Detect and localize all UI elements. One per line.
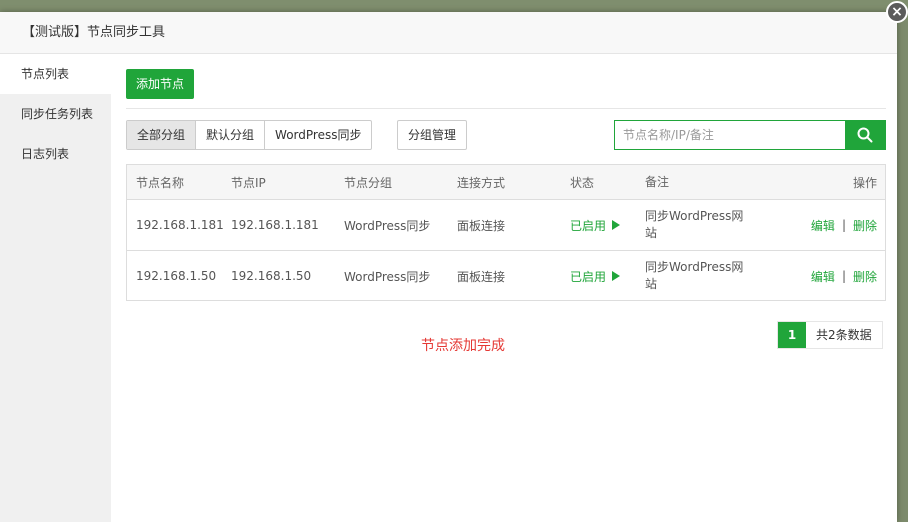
column-header-ip: 节点IP [231,175,266,190]
search-input[interactable] [615,121,845,149]
status-label: 已启用 [570,269,607,284]
edit-button[interactable]: 编辑 [811,217,835,234]
node-name: 192.168.1.50 [136,269,217,283]
pagination: 1 共2条数据 [777,321,883,349]
delete-button[interactable]: 删除 [853,217,877,234]
node-name: 192.168.1.181 [136,218,224,232]
row-actions: 编辑 | 删除 [811,251,877,301]
node-remark: 同步WordPress网站 [645,260,744,291]
action-separator: | [841,218,846,232]
add-node-button[interactable]: 添加节点 [126,69,195,99]
tab-wordpress-sync[interactable]: WordPress同步 [265,121,371,149]
sidebar-item-log-list[interactable]: 日志列表 [0,134,111,174]
node-remark: 同步WordPress网站 [645,209,744,240]
search-button[interactable] [845,121,885,149]
table-row: 192.168.1.50 192.168.1.50 WordPress同步 面板… [127,251,885,301]
divider [126,108,886,109]
tab-all-groups[interactable]: 全部分组 [127,121,197,149]
node-sync-dialog: 【测试版】节点同步工具 节点列表 同步任务列表 日志列表 添加节点 全部分组 默… [0,12,897,522]
main-content: 添加节点 全部分组 默认分组 WordPress同步 分组管理 节点名称 节点I… [111,54,897,522]
column-header-connection: 连接方式 [457,175,506,190]
close-button[interactable]: × [886,1,908,23]
dialog-title: 【测试版】节点同步工具 [0,12,897,54]
node-group: WordPress同步 [344,218,431,233]
node-connection: 面板连接 [457,218,506,233]
node-ip: 192.168.1.181 [231,218,319,232]
column-header-group: 节点分组 [344,175,393,190]
column-header-status: 状态 [570,175,595,190]
node-group: WordPress同步 [344,269,431,284]
sidebar-item-node-list[interactable]: 节点列表 [0,54,111,94]
page-total-count: 共2条数据 [816,328,872,342]
status-message: 节点添加完成 [421,338,505,354]
page-backdrop [0,0,908,12]
column-header-actions: 操作 [852,175,877,190]
action-separator: | [841,269,846,283]
sidebar: 节点列表 同步任务列表 日志列表 [0,54,111,522]
edit-button[interactable]: 编辑 [811,268,835,285]
node-ip: 192.168.1.50 [231,269,312,283]
status-toggle[interactable]: 已启用 [570,200,621,250]
node-connection: 面板连接 [457,269,506,284]
tab-default-group[interactable]: 默认分组 [196,121,266,149]
column-header-name: 节点名称 [136,175,185,190]
delete-button[interactable]: 删除 [853,268,877,285]
status-toggle[interactable]: 已启用 [570,251,621,301]
search-icon [857,127,873,143]
table-row: 192.168.1.181 192.168.1.181 WordPress同步 … [127,200,885,251]
close-icon: × [891,4,903,20]
play-icon [612,271,621,281]
page-current[interactable]: 1 [778,322,806,348]
search-box [614,120,886,150]
play-icon [612,220,621,230]
sidebar-item-sync-task-list[interactable]: 同步任务列表 [0,94,111,134]
row-actions: 编辑 | 删除 [811,200,877,250]
status-label: 已启用 [570,218,607,233]
group-filter-tabs: 全部分组 默认分组 WordPress同步 [126,120,373,150]
table-header: 节点名称 节点IP 节点分组 连接方式 状态 备注 操作 [127,165,885,200]
node-table: 节点名称 节点IP 节点分组 连接方式 状态 备注 操作 192.168.1.1… [126,164,886,301]
group-manage-button[interactable]: 分组管理 [397,120,468,150]
column-header-remark: 备注 [645,174,670,189]
